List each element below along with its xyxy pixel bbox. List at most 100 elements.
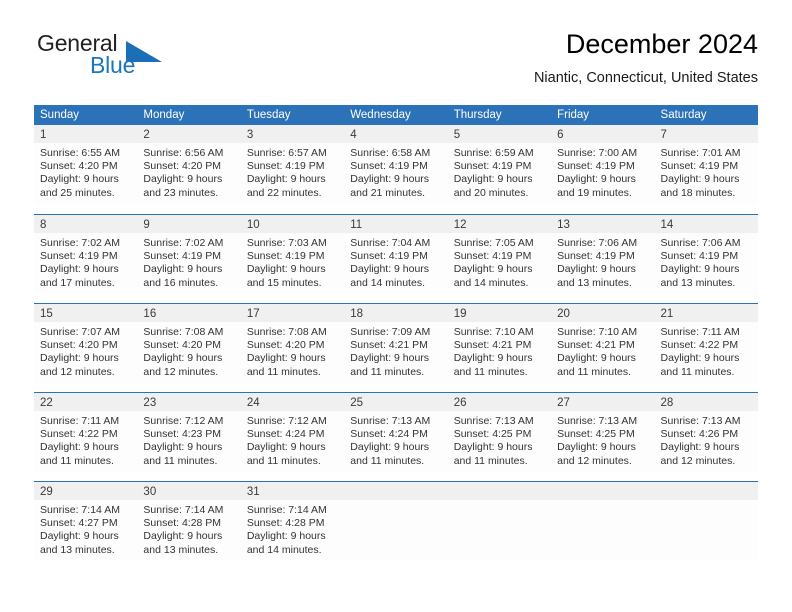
weeks-container: 1 Sunrise: 6:55 AM Sunset: 4:20 PM Daylight… — [34, 125, 758, 561]
day-number: 30 — [143, 486, 157, 498]
daylight-text-line1: Daylight: 9 hours — [246, 352, 326, 365]
day-cell[interactable]: 27 Sunrise: 7:13 AM Sunset: 4:25 PM Dayligh… — [551, 393, 655, 472]
sunrise-text: Sunrise: 7:12 AM — [246, 415, 327, 427]
day-cell[interactable]: 23 Sunrise: 7:12 AM Sunset: 4:23 PM Dayligh… — [137, 393, 241, 472]
day-cell[interactable]: 10 Sunrise: 7:03 AM Sunset: 4:19 PM Dayligh… — [240, 215, 345, 294]
day-number-band: 11 — [344, 215, 448, 233]
day-cell[interactable]: 31 Sunrise: 7:14 AM Sunset: 4:28 PM Dayligh… — [240, 482, 345, 561]
daylight-text-line2: and 11 minutes. — [246, 454, 321, 467]
page-subtitle: Niantic, Connecticut, United States — [533, 70, 758, 86]
sunset-text: Sunset: 4:27 PM — [40, 517, 118, 530]
day-cell[interactable]: 4 Sunrise: 6:58 AM Sunset: 4:19 PM Daylight… — [344, 125, 448, 205]
title-block: December 2024 Niantic, Connecticut, Unit… — [534, 28, 758, 88]
week-row: 22 Sunrise: 7:11 AM Sunset: 4:22 PM Dayligh… — [34, 392, 758, 472]
day-number: 21 — [660, 308, 674, 320]
day-cell[interactable]: 2 Sunrise: 6:56 AM Sunset: 4:20 PM Daylight… — [137, 125, 241, 205]
sunset-text: Sunset: 4:19 PM — [453, 250, 532, 263]
sunset-text: Sunset: 4:19 PM — [40, 250, 118, 263]
sunset-text: Sunset: 4:20 PM — [246, 339, 325, 352]
day-cell[interactable]: 5 Sunrise: 6:59 AM Sunset: 4:19 PM Daylight… — [447, 125, 552, 205]
day-cell[interactable]: 6 Sunrise: 7:00 AM Sunset: 4:19 PM Daylight… — [551, 125, 655, 205]
day-details: Sunrise: 7:06 AM Sunset: 4:19 PM Daylight:… — [551, 233, 654, 290]
day-cell[interactable]: 21 Sunrise: 7:11 AM Sunset: 4:22 PM Dayligh… — [654, 304, 758, 383]
day-cell[interactable]: 1 Sunrise: 6:55 AM Sunset: 4:20 PM Daylight… — [34, 125, 138, 205]
day-cell[interactable]: 19 Sunrise: 7:10 AM Sunset: 4:21 PM Dayligh… — [447, 304, 552, 383]
daylight-text-line2: and 12 minutes. — [40, 365, 115, 378]
daylight-text-line2: and 14 minutes. — [246, 543, 322, 556]
day-cell[interactable]: 20 Sunrise: 7:10 AM Sunset: 4:21 PM Dayligh… — [551, 304, 655, 383]
day-cell[interactable]: 16 Sunrise: 7:08 AM Sunset: 4:20 PM Dayligh… — [137, 304, 241, 383]
sunset-text: Sunset: 4:21 PM — [453, 339, 532, 352]
day-cell[interactable]: 26 Sunrise: 7:13 AM Sunset: 4:25 PM Dayligh… — [447, 393, 552, 472]
day-cell-empty — [344, 482, 448, 561]
daylight-text-line1: Daylight: 9 hours — [350, 263, 430, 276]
week-row: 29 Sunrise: 7:14 AM Sunset: 4:27 PM Dayligh… — [34, 481, 758, 561]
day-cell[interactable]: 11 Sunrise: 7:04 AM Sunset: 4:19 PM Dayligh… — [344, 215, 448, 294]
day-number: 22 — [40, 397, 53, 409]
daylight-text-line2: and 12 minutes. — [557, 454, 632, 467]
daylight-text-line2: and 11 minutes. — [246, 365, 321, 378]
day-details: Sunrise: 7:07 AM Sunset: 4:20 PM Daylight:… — [34, 322, 137, 379]
day-cell[interactable]: 14 Sunrise: 7:06 AM Sunset: 4:19 PM Dayligh… — [654, 215, 758, 294]
day-cell[interactable]: 24 Sunrise: 7:12 AM Sunset: 4:24 PM Dayligh… — [240, 393, 345, 472]
general-blue-logo[interactable]: General Blue — [34, 28, 254, 90]
day-cell[interactable]: 28 Sunrise: 7:13 AM Sunset: 4:26 PM Dayligh… — [654, 393, 758, 472]
day-cell[interactable]: 18 Sunrise: 7:09 AM Sunset: 4:21 PM Dayligh… — [344, 304, 448, 383]
day-number: 10 — [246, 219, 260, 231]
day-cell[interactable]: 17 Sunrise: 7:08 AM Sunset: 4:20 PM Dayligh… — [240, 304, 345, 383]
day-cell-empty — [447, 482, 552, 561]
day-details: Sunrise: 7:00 AM Sunset: 4:19 PM Daylight:… — [551, 143, 654, 200]
daylight-text-line2: and 23 minutes. — [143, 186, 219, 199]
daylight-text-line1: Daylight: 9 hours — [453, 173, 533, 186]
daylight-text-line1: Daylight: 9 hours — [40, 263, 119, 276]
day-number: 1 — [40, 129, 47, 141]
day-number-band — [447, 482, 552, 500]
day-details — [344, 500, 447, 504]
daylight-text-line2: and 15 minutes. — [246, 276, 322, 289]
daylight-text-line1: Daylight: 9 hours — [453, 263, 533, 276]
day-cell[interactable]: 12 Sunrise: 7:05 AM Sunset: 4:19 PM Dayligh… — [447, 215, 552, 294]
day-cell[interactable]: 15 Sunrise: 7:07 AM Sunset: 4:20 PM Dayligh… — [34, 304, 138, 383]
day-number-band: 5 — [447, 125, 552, 143]
sunset-text: Sunset: 4:23 PM — [143, 428, 222, 441]
day-details: Sunrise: 7:08 AM Sunset: 4:20 PM Daylight:… — [241, 322, 344, 379]
day-number-band — [654, 482, 758, 500]
weekday-header-friday: Friday — [557, 109, 590, 121]
day-number-band: 22 — [34, 393, 138, 411]
day-details: Sunrise: 6:57 AM Sunset: 4:19 PM Daylight:… — [241, 143, 344, 200]
week-row: 8 Sunrise: 7:02 AM Sunset: 4:19 PM Daylight… — [34, 214, 758, 294]
daylight-text-line1: Daylight: 9 hours — [350, 173, 430, 186]
day-cell[interactable]: 29 Sunrise: 7:14 AM Sunset: 4:27 PM Dayligh… — [34, 482, 138, 561]
day-cell[interactable]: 8 Sunrise: 7:02 AM Sunset: 4:19 PM Daylight… — [34, 215, 138, 294]
daylight-text-line1: Daylight: 9 hours — [557, 352, 636, 365]
sunset-text: Sunset: 4:20 PM — [40, 339, 118, 352]
sunrise-text: Sunrise: 7:13 AM — [557, 415, 638, 427]
day-cell[interactable]: 22 Sunrise: 7:11 AM Sunset: 4:22 PM Dayligh… — [34, 393, 138, 472]
day-details: Sunrise: 7:14 AM Sunset: 4:28 PM Daylight:… — [137, 500, 240, 557]
day-cell[interactable]: 3 Sunrise: 6:57 AM Sunset: 4:19 PM Daylight… — [240, 125, 345, 205]
day-details: Sunrise: 7:08 AM Sunset: 4:20 PM Daylight:… — [137, 322, 240, 379]
sunrise-text: Sunrise: 7:14 AM — [40, 504, 120, 516]
day-cell[interactable]: 13 Sunrise: 7:06 AM Sunset: 4:19 PM Dayligh… — [551, 215, 655, 294]
sunrise-text: Sunrise: 6:59 AM — [453, 147, 534, 159]
weekday-header-tuesday: Tuesday — [246, 109, 291, 121]
day-cell[interactable]: 7 Sunrise: 7:01 AM Sunset: 4:19 PM Daylight… — [654, 125, 758, 205]
daylight-text-line1: Daylight: 9 hours — [660, 441, 740, 454]
sunset-text: Sunset: 4:22 PM — [40, 428, 118, 441]
day-number: 28 — [660, 397, 674, 409]
day-cell[interactable]: 30 Sunrise: 7:14 AM Sunset: 4:28 PM Dayligh… — [137, 482, 241, 561]
daylight-text-line2: and 11 minutes. — [453, 454, 528, 467]
day-details: Sunrise: 7:12 AM Sunset: 4:23 PM Daylight:… — [137, 411, 240, 468]
daylight-text-line1: Daylight: 9 hours — [246, 441, 326, 454]
sunrise-text: Sunrise: 7:13 AM — [453, 415, 534, 427]
day-cell[interactable]: 25 Sunrise: 7:13 AM Sunset: 4:24 PM Dayligh… — [344, 393, 448, 472]
weekday-header-row: Sunday Monday Tuesday Wednesday Thursday… — [34, 105, 758, 125]
daylight-text-line2: and 17 minutes. — [40, 276, 115, 289]
day-number-band: 31 — [240, 482, 345, 500]
day-cell[interactable]: 9 Sunrise: 7:02 AM Sunset: 4:19 PM Daylight… — [137, 215, 241, 294]
sunrise-text: Sunrise: 7:00 AM — [557, 147, 638, 159]
day-number: 14 — [660, 219, 674, 231]
day-number-band: 8 — [34, 215, 138, 233]
day-number-band: 26 — [447, 393, 552, 411]
daylight-text-line2: and 13 minutes. — [40, 543, 115, 556]
